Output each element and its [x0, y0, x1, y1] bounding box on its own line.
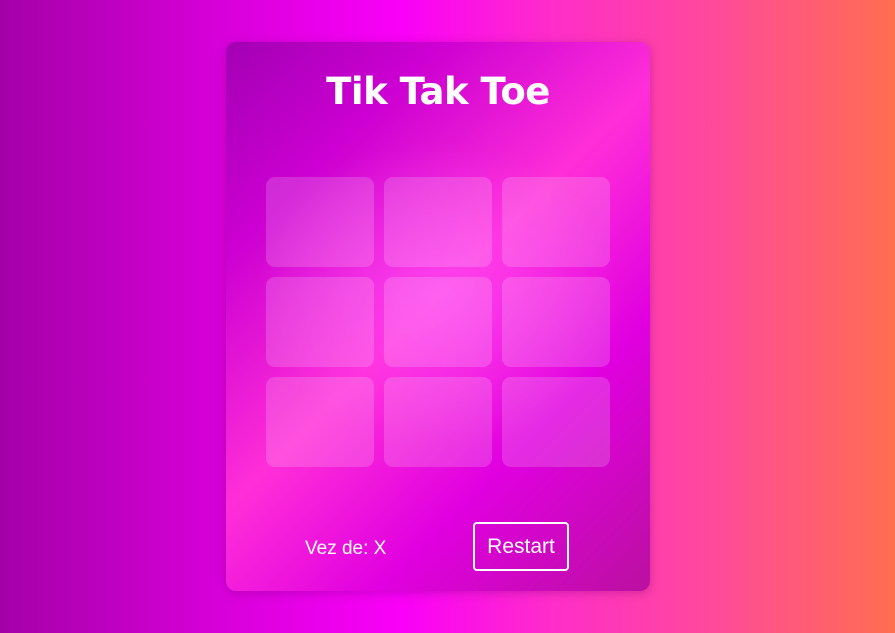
game-card: Tik Tak Toe Vez de: X Restart [226, 42, 650, 591]
board-cell-6[interactable] [502, 277, 610, 367]
game-board [266, 177, 610, 467]
board-cell-2[interactable] [384, 177, 492, 267]
game-title: Tik Tak Toe [326, 70, 550, 113]
board-cell-5[interactable] [384, 277, 492, 367]
board-cell-7[interactable] [266, 377, 374, 467]
turn-status: Vez de: X [305, 538, 386, 560]
restart-button[interactable]: Restart [473, 522, 569, 571]
board-cell-1[interactable] [266, 177, 374, 267]
board-cell-4[interactable] [266, 277, 374, 367]
board-cell-9[interactable] [502, 377, 610, 467]
board-cell-8[interactable] [384, 377, 492, 467]
turn-status-label: Vez de: [305, 538, 369, 559]
current-player: X [373, 538, 387, 559]
board-cell-3[interactable] [502, 177, 610, 267]
